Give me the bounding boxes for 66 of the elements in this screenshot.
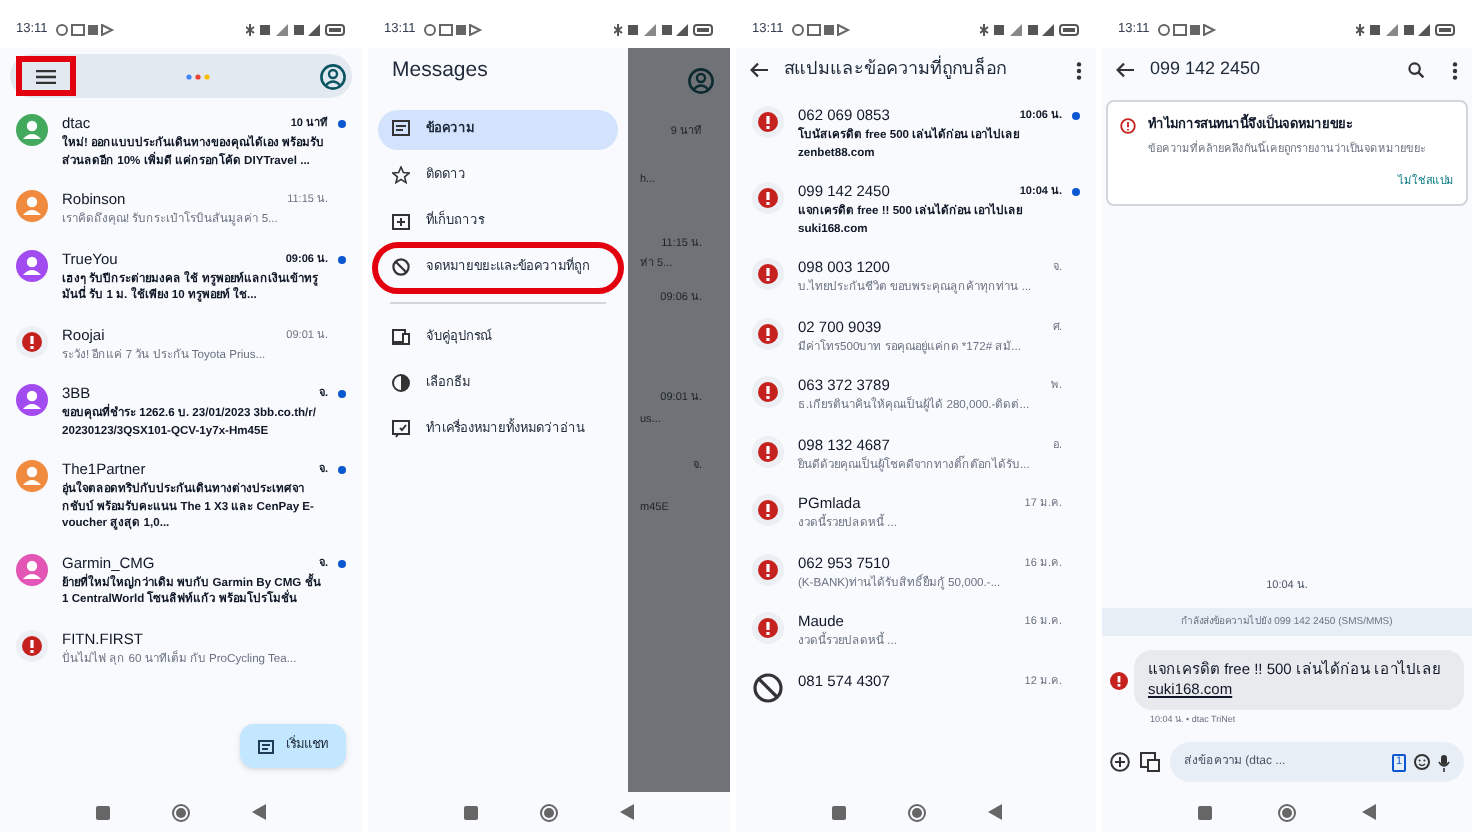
- menu-button[interactable]: [16, 56, 76, 96]
- home-icon[interactable]: [1277, 803, 1296, 821]
- account-icon: [688, 68, 714, 94]
- add-icon[interactable]: [1110, 752, 1130, 772]
- contact-avatar-icon: [16, 114, 48, 146]
- emoji-icon[interactable]: [1414, 754, 1430, 770]
- recent-apps-icon[interactable]: [95, 805, 110, 819]
- warning-icon: [1120, 118, 1136, 134]
- home-icon[interactable]: [539, 803, 558, 821]
- notification-icons-drawing: [423, 24, 484, 36]
- status-icons-drawing: [614, 24, 714, 36]
- back-icon[interactable]: [620, 804, 635, 820]
- contact-avatar-icon: [16, 384, 48, 416]
- back-icon[interactable]: [252, 804, 267, 820]
- recent-apps-icon[interactable]: [463, 805, 478, 819]
- spam-alert-icon: [752, 435, 784, 467]
- menu-icon: [36, 69, 56, 83]
- status-icons-drawing: [980, 24, 1080, 36]
- contact-avatar-icon: [16, 249, 48, 281]
- microphone-icon[interactable]: [1438, 753, 1450, 771]
- message-check-icon: [392, 420, 410, 439]
- back-icon[interactable]: [1361, 804, 1376, 820]
- spam-alert-icon: [752, 317, 784, 349]
- back-icon[interactable]: [987, 804, 1001, 820]
- contact-avatar-icon: [16, 553, 48, 585]
- more-options-icon[interactable]: [1452, 61, 1458, 79]
- search-icon[interactable]: [1408, 62, 1424, 78]
- chat-icon: [258, 739, 274, 753]
- star-icon: [392, 166, 410, 185]
- notification-icons-drawing: [1157, 24, 1218, 36]
- home-icon[interactable]: [171, 803, 190, 821]
- spam-alert-icon: [752, 376, 784, 408]
- recent-apps-icon[interactable]: [1198, 805, 1213, 819]
- spam-alert-icon: [1110, 671, 1128, 690]
- status-icons-drawing: [246, 24, 346, 36]
- contact-avatar-icon: [16, 190, 48, 222]
- spam-alert-icon: [752, 106, 784, 138]
- drawer-title: Messages: [390, 56, 490, 86]
- devices-icon: [392, 328, 410, 347]
- archive-box-icon: [392, 212, 410, 231]
- spam-alert-icon: [752, 612, 784, 644]
- back-arrow-icon[interactable]: [750, 62, 768, 78]
- account-icon[interactable]: [320, 63, 346, 89]
- spam-alert-icon: [752, 258, 784, 290]
- chat-icon: [392, 120, 410, 139]
- notification-icons-drawing: [791, 24, 852, 36]
- screen-title: สแปมและข้อความที่ถูกบล็อก: [784, 56, 1008, 83]
- home-icon[interactable]: [907, 803, 925, 821]
- recent-apps-icon[interactable]: [831, 805, 845, 819]
- spam-alert-icon: [752, 553, 784, 585]
- spam-alert-icon: [16, 325, 48, 357]
- spam-alert-icon: [752, 182, 784, 214]
- notification-icons-drawing: [55, 24, 116, 36]
- contact-avatar-icon: [16, 460, 48, 492]
- status-icons-drawing: [1356, 24, 1456, 36]
- back-arrow-icon[interactable]: [1116, 62, 1134, 78]
- half-circle-icon: [392, 374, 410, 393]
- search-bar[interactable]: [10, 54, 352, 98]
- loading-dots-icon: [186, 73, 210, 79]
- block-icon: [392, 258, 410, 277]
- spam-alert-icon: [16, 629, 48, 661]
- screen-title: 099 142 2450: [1150, 56, 1263, 83]
- blocked-icon: [752, 671, 784, 703]
- more-options-icon[interactable]: [1076, 61, 1082, 79]
- gallery-icon[interactable]: [1140, 752, 1160, 772]
- spam-alert-icon: [752, 494, 784, 526]
